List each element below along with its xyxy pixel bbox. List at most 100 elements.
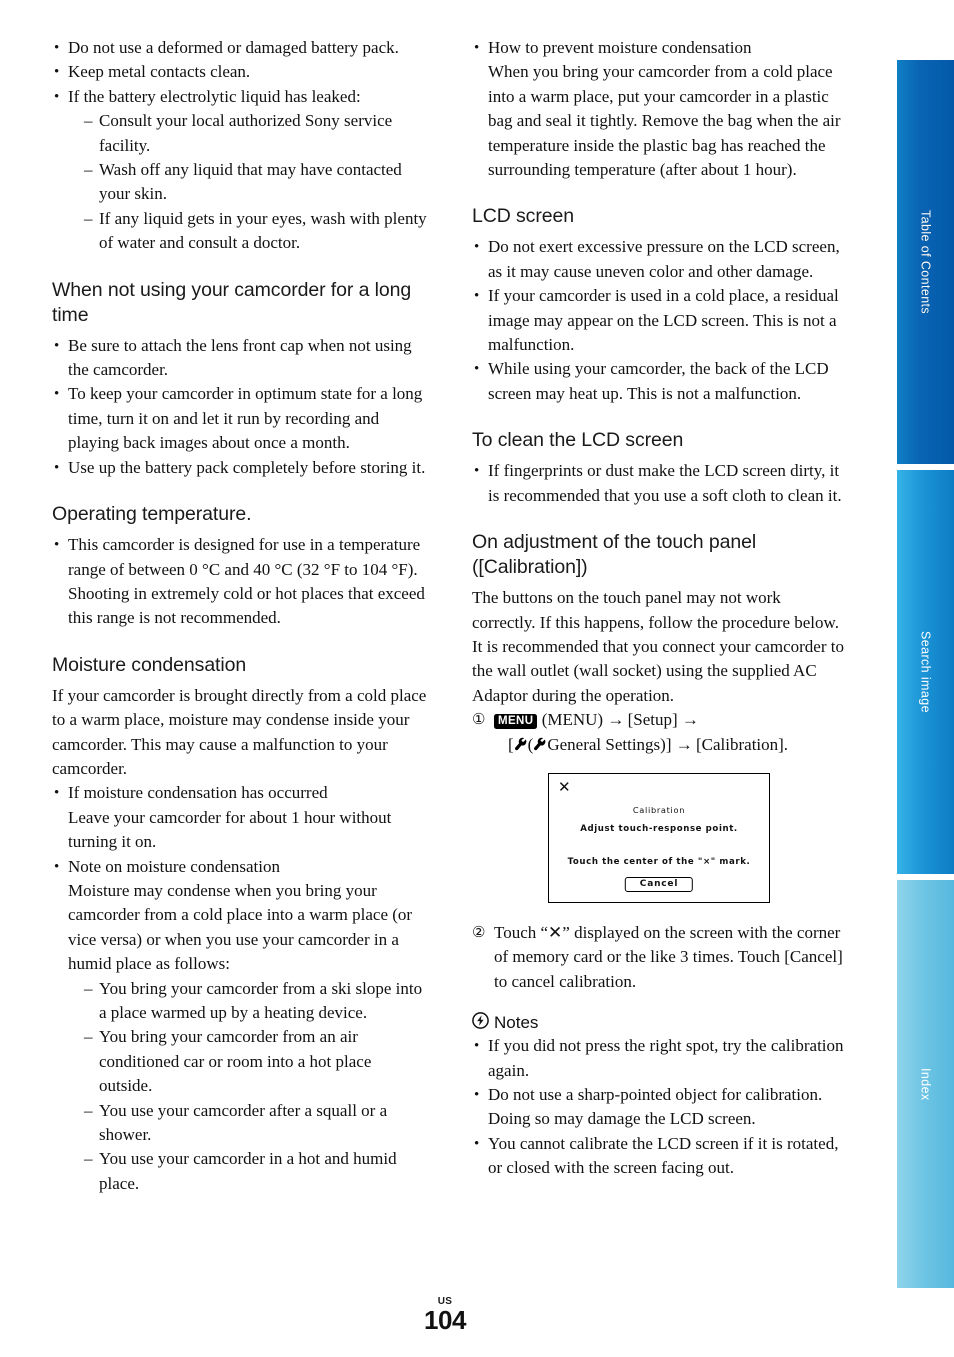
- bullet-icon: •: [474, 361, 480, 378]
- list-item-text: Use up the battery pack completely befor…: [68, 457, 426, 477]
- list-item-text: This camcorder is designed for use in a …: [68, 535, 425, 628]
- list-item-continuation: Moisture may condense when you bring you…: [68, 880, 413, 974]
- calibration-figure-line2: Touch the center of the "×" mark.: [567, 856, 751, 867]
- bullet-icon: •: [54, 88, 60, 105]
- bullet-icon: •: [54, 459, 60, 476]
- page-footer: US 104: [0, 1296, 890, 1334]
- list-item-text: If you did not press the right spot, try…: [488, 1036, 844, 1080]
- procedure-step-2: ② Touch “✕” displayed on the screen with…: [472, 921, 847, 994]
- list-item: • If moisture condensation has occurred …: [52, 781, 427, 854]
- bullet-icon: •: [54, 64, 60, 81]
- bullet-icon: •: [474, 239, 480, 256]
- step-number-1: ①: [472, 712, 486, 729]
- dash-icon: –: [84, 111, 93, 131]
- right-column: • How to prevent moisture condensation W…: [472, 36, 847, 1181]
- bullet-icon: •: [474, 288, 480, 305]
- section-heading-touch-panel: On adjustment of the touch panel ([Calib…: [472, 531, 757, 579]
- sub-list-item: – You bring your camcorder from a ski sl…: [84, 977, 427, 1026]
- arrow-right-icon: →: [607, 710, 624, 730]
- sub-list-item-text: Consult your local authorized Sony servi…: [99, 111, 393, 155]
- sub-list-item: – You use your camcorder in a hot and hu…: [84, 1147, 427, 1196]
- step1-general-settings-label: General Settings)]: [547, 734, 672, 754]
- section-heading-lcd-screen: LCD screen: [472, 205, 574, 228]
- sidebar-item-label: Search image: [918, 631, 933, 713]
- left-column: • Do not use a deformed or damaged batte…: [52, 36, 427, 1196]
- sidebar-item-index[interactable]: Index: [894, 878, 954, 1290]
- operating-temperature-list: • This camcorder is designed for use in …: [52, 533, 427, 631]
- list-item: • Use up the battery pack completely bef…: [52, 456, 427, 480]
- list-item: • You cannot calibrate the LCD screen if…: [472, 1132, 847, 1181]
- list-item: • If your camcorder is used in a cold pl…: [472, 284, 847, 357]
- section-heading-operating-temperature: Operating temperature.: [52, 503, 252, 526]
- list-item: • To keep your camcorder in optimum stat…: [52, 382, 427, 455]
- list-item-text: Keep metal contacts clean.: [68, 62, 251, 82]
- bullet-icon: •: [474, 1038, 480, 1055]
- page-number: 104: [424, 1305, 466, 1335]
- bolt-circle-icon: [472, 1012, 489, 1034]
- list-item: • Do not exert excessive pressure on the…: [472, 235, 847, 284]
- step1-setup-label: [Setup]: [627, 710, 678, 730]
- sub-list: – You bring your camcorder from a ski sl…: [68, 977, 427, 1197]
- dash-icon: –: [84, 1100, 93, 1120]
- wrench-icon: [514, 735, 528, 759]
- list-item: • How to prevent moisture condensation W…: [472, 36, 847, 182]
- touch-panel-intro-paragraph: The buttons on the touch panel may not w…: [472, 588, 844, 705]
- step-number-2: ②: [472, 924, 486, 941]
- notes-heading: Notes: [472, 1012, 847, 1034]
- list-item-text: To keep your camcorder in optimum state …: [68, 384, 423, 453]
- arrow-right-icon: →: [681, 710, 699, 730]
- step2-text: Touch “✕” displayed on the screen with t…: [494, 922, 843, 991]
- list-item: • If you did not press the right spot, t…: [472, 1034, 847, 1083]
- notes-list: • If you did not press the right spot, t…: [472, 1034, 847, 1180]
- section-heading-moisture-condensation: Moisture condensation: [52, 653, 247, 676]
- sub-list-item-text: You use your camcorder in a hot and humi…: [99, 1149, 397, 1193]
- sub-list-item: – Consult your local authorized Sony ser…: [84, 109, 427, 158]
- sub-list-item: – You bring your camcorder from an air c…: [84, 1025, 427, 1098]
- list-item: • If the battery electrolytic liquid has…: [52, 85, 427, 256]
- calibration-x-mark-icon: ✕: [558, 777, 571, 796]
- dash-icon: –: [84, 1027, 93, 1047]
- bullet-icon: •: [54, 337, 60, 354]
- list-item-text: Be sure to attach the lens front cap whe…: [68, 335, 412, 380]
- sub-list-item: – If any liquid gets in your eyes, wash …: [84, 207, 427, 256]
- list-item-text: While using your camcorder, the back of …: [488, 359, 829, 403]
- moisture-intro-paragraph: If your camcorder is brought directly fr…: [52, 685, 427, 778]
- procedure-step-1: ① MENU (MENU) → [Setup] → [(General Sett…: [472, 708, 847, 759]
- menu-badge-icon: MENU: [494, 713, 538, 729]
- sidebar-item-label: Index: [918, 1067, 933, 1101]
- list-item-text: Note on moisture condensation: [68, 856, 280, 876]
- calibration-screen-figure: ✕ Calibration Adjust touch-response poin…: [548, 772, 770, 903]
- list-item-continuation: Leave your camcorder for about 1 hour wi…: [68, 807, 392, 852]
- sub-list-item-text: If any liquid gets in your eyes, wash wi…: [99, 208, 427, 253]
- dash-icon: –: [84, 1149, 93, 1169]
- list-item: • This camcorder is designed for use in …: [52, 533, 427, 631]
- notes-heading-label: Notes: [494, 1013, 539, 1033]
- sub-list-item-text: You bring your camcorder from an air con…: [99, 1027, 372, 1096]
- moisture-list: • If moisture condensation has occurred …: [52, 781, 427, 1196]
- sub-list-item: – Wash off any liquid that may have cont…: [84, 158, 427, 207]
- list-item: • If fingerprints or dust make the LCD s…: [472, 459, 847, 508]
- sidebar-item-search-image[interactable]: Search image: [894, 468, 954, 876]
- section-heading-not-using: When not using your camcorder for a long…: [52, 278, 412, 326]
- list-item-text: If moisture condensation has occurred: [68, 783, 328, 803]
- bullet-icon: •: [54, 537, 60, 554]
- list-item-text: If your camcorder is used in a cold plac…: [488, 286, 839, 355]
- list-item-text: Do not use a sharp-pointed object for ca…: [488, 1084, 823, 1129]
- bullet-icon: •: [54, 386, 60, 403]
- list-item: • Note on moisture condensation Moisture…: [52, 855, 427, 1197]
- calibration-cancel-button[interactable]: Cancel: [624, 876, 694, 892]
- section-heading-clean-lcd-screen: To clean the LCD screen: [472, 429, 684, 452]
- moisture-prevent-list: • How to prevent moisture condensation W…: [472, 36, 847, 182]
- not-using-list: • Be sure to attach the lens front cap w…: [52, 334, 427, 480]
- arrow-right-icon: →: [675, 734, 693, 754]
- bullet-icon: •: [474, 40, 480, 56]
- bullet-icon: •: [54, 858, 60, 875]
- bullet-icon: •: [474, 1135, 480, 1152]
- step1-calibration-label: [Calibration].: [696, 734, 789, 754]
- list-item: • While using your camcorder, the back o…: [472, 357, 847, 406]
- list-item-text: How to prevent moisture condensation: [488, 38, 752, 57]
- manual-page: • Do not use a deformed or damaged batte…: [0, 0, 954, 1357]
- sidebar-item-table-of-contents[interactable]: Table of Contents: [894, 58, 954, 466]
- calibration-figure-title: Calibration: [632, 804, 686, 815]
- sub-list-item-text: You use your camcorder after a squall or…: [99, 1100, 388, 1145]
